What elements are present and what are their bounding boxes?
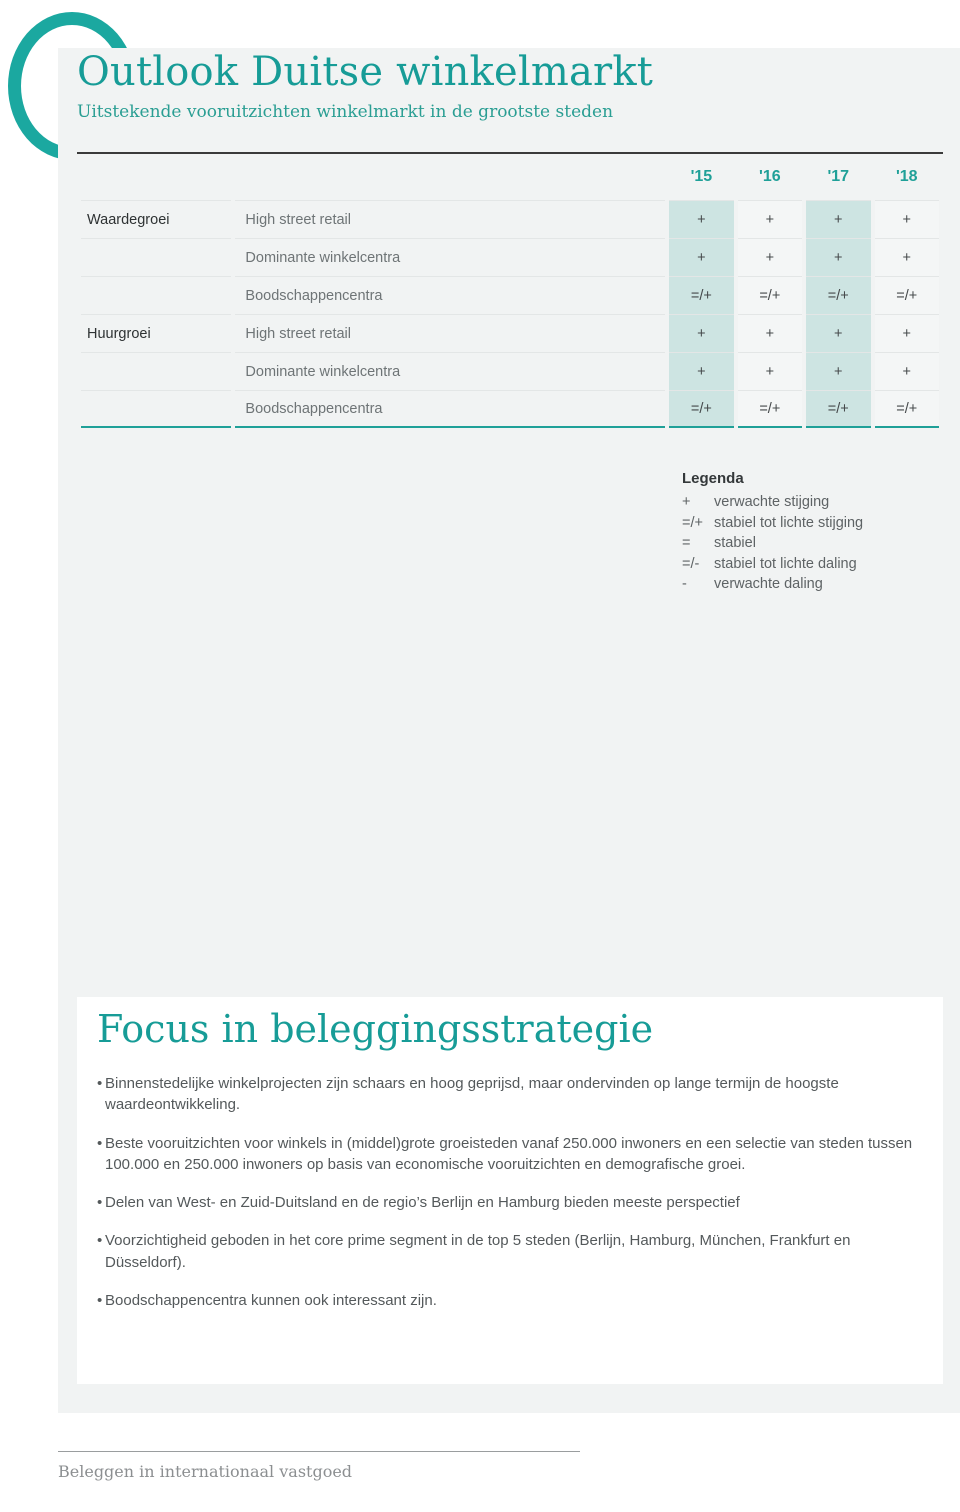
cell-value: + xyxy=(806,200,871,238)
footer-caption: Beleggen in internationaal vastgoed xyxy=(58,1462,353,1481)
year-header-18: '18 xyxy=(895,168,918,185)
cell-value: =/+ xyxy=(874,390,939,428)
table-row: Dominante winkelcentra + + + + xyxy=(81,352,939,390)
legend-item: =/+ stabiel tot lichte stijging xyxy=(682,513,942,534)
list-item: • Binnenstedelijke winkelprojecten zijn … xyxy=(97,1073,927,1116)
legend-symbol: - xyxy=(682,576,687,593)
legend-symbol: =/+ xyxy=(682,514,703,531)
table-header-row: '15 '16 '17 '18 xyxy=(81,160,939,200)
list-item-text: Voorzichtigheid geboden in het core prim… xyxy=(105,1232,851,1271)
page-subtitle: Uitstekende vooruitzichten winkelmarkt i… xyxy=(77,101,614,122)
cell-value: + xyxy=(806,314,871,352)
item-header-cell xyxy=(235,160,665,200)
bullet-marker-icon: • xyxy=(97,1134,103,1152)
row-group-label xyxy=(81,390,232,428)
cell-value: + xyxy=(806,352,871,390)
legend-title: Legenda xyxy=(682,470,744,487)
list-item-text: Delen van West- en Zuid-Duitsland en de … xyxy=(105,1194,740,1212)
cell-value: + xyxy=(669,314,734,352)
cell-value: =/+ xyxy=(669,276,734,314)
cell-value: =/+ xyxy=(806,276,871,314)
table-row: Huurgroei High street retail + + + + xyxy=(81,314,939,352)
legend-item: =/- stabiel tot lichte daling xyxy=(682,554,942,575)
legend-item: + verwachte stijging xyxy=(682,492,942,513)
cell-value: + xyxy=(669,200,734,238)
row-item-label: High street retail xyxy=(235,200,666,238)
cell-value: + xyxy=(806,238,871,276)
list-item-text: Beste vooruitzichten voor winkels in (mi… xyxy=(105,1134,913,1173)
focus-title: Focus in beleggingsstrategie xyxy=(97,1007,654,1051)
cell-value: =/+ xyxy=(874,276,939,314)
row-group-label: Huurgroei xyxy=(81,314,232,352)
legend-symbol: =/- xyxy=(682,555,700,572)
row-group-label xyxy=(81,276,232,314)
cell-value: + xyxy=(669,238,734,276)
table-row: Dominante winkelcentra + + + + xyxy=(81,238,939,276)
cell-value: + xyxy=(737,238,803,276)
list-item: • Delen van West- en Zuid-Duitsland en d… xyxy=(97,1192,927,1213)
footer-divider xyxy=(58,1451,580,1452)
row-item-label: Dominante winkelcentra xyxy=(235,238,666,276)
cell-value: + xyxy=(737,314,803,352)
row-group-label: Waardegroei xyxy=(81,200,232,238)
cell-value: + xyxy=(874,352,939,390)
row-group-label xyxy=(81,238,232,276)
legend-label: stabiel tot lichte stijging xyxy=(714,514,864,531)
row-item-label: Boodschappencentra xyxy=(235,276,666,314)
cell-value: + xyxy=(737,200,803,238)
year-header-15: '15 xyxy=(690,168,713,185)
legend: Legenda + verwachte stijging =/+ stabiel… xyxy=(682,470,942,595)
bullet-marker-icon: • xyxy=(97,1292,103,1310)
legend-label: verwachte stijging xyxy=(714,494,830,510)
bullet-marker-icon: • xyxy=(97,1232,103,1250)
year-header-16: '16 xyxy=(759,168,781,185)
list-item: • Voorzichtigheid geboden in het core pr… xyxy=(97,1230,927,1273)
cell-value: + xyxy=(874,238,939,276)
list-item: • Boodschappencentra kunnen ook interess… xyxy=(97,1290,927,1311)
cell-value: + xyxy=(874,200,939,238)
legend-label: verwachte daling xyxy=(714,576,823,593)
group-header-cell xyxy=(81,160,231,200)
table-row: Waardegroei High street retail + + + + xyxy=(81,200,939,238)
cell-value: + xyxy=(737,352,803,390)
cell-value: =/+ xyxy=(737,276,803,314)
row-group-label xyxy=(81,352,232,390)
document-page: Outlook Duitse winkelmarkt Uitstekende v… xyxy=(0,0,960,1512)
table-row: Boodschappencentra =/+ =/+ =/+ =/+ xyxy=(81,390,939,428)
legend-item: - verwachte daling xyxy=(682,574,942,595)
year-header-17: '17 xyxy=(827,168,850,185)
legend-item: = stabiel xyxy=(682,533,942,554)
focus-section: Focus in beleggingsstrategie • Binnenste… xyxy=(77,997,943,1384)
legend-symbol: = xyxy=(682,535,691,552)
page-title: Outlook Duitse winkelmarkt xyxy=(77,49,654,95)
legend-symbol: + xyxy=(682,494,691,510)
cell-value: + xyxy=(669,352,734,390)
legend-label: stabiel xyxy=(714,535,756,552)
list-item: • Beste vooruitzichten voor winkels in (… xyxy=(97,1133,927,1176)
cell-value: =/+ xyxy=(737,390,803,428)
row-item-label: High street retail xyxy=(235,314,666,352)
row-item-label: Dominante winkelcentra xyxy=(235,352,666,390)
list-item-text: Boodschappencentra kunnen ook interessan… xyxy=(105,1292,437,1310)
cell-value: =/+ xyxy=(669,390,734,428)
list-item-text: Binnenstedelijke winkelprojecten zijn sc… xyxy=(105,1075,839,1114)
legend-label: stabiel tot lichte daling xyxy=(714,555,857,572)
bullet-marker-icon: • xyxy=(97,1075,103,1092)
focus-bullet-list: • Binnenstedelijke winkelprojecten zijn … xyxy=(97,1073,927,1328)
outlook-matrix-table: '15 '16 '17 '18 Waardegroei High street … xyxy=(77,160,943,428)
header-divider xyxy=(77,152,943,154)
document-header: Outlook Duitse winkelmarkt Uitstekende v… xyxy=(77,50,943,122)
cell-value: + xyxy=(874,314,939,352)
bullet-marker-icon: • xyxy=(97,1194,103,1212)
table-row: Boodschappencentra =/+ =/+ =/+ =/+ xyxy=(81,276,939,314)
row-item-label: Boodschappencentra xyxy=(235,390,666,428)
cell-value: =/+ xyxy=(806,390,871,428)
